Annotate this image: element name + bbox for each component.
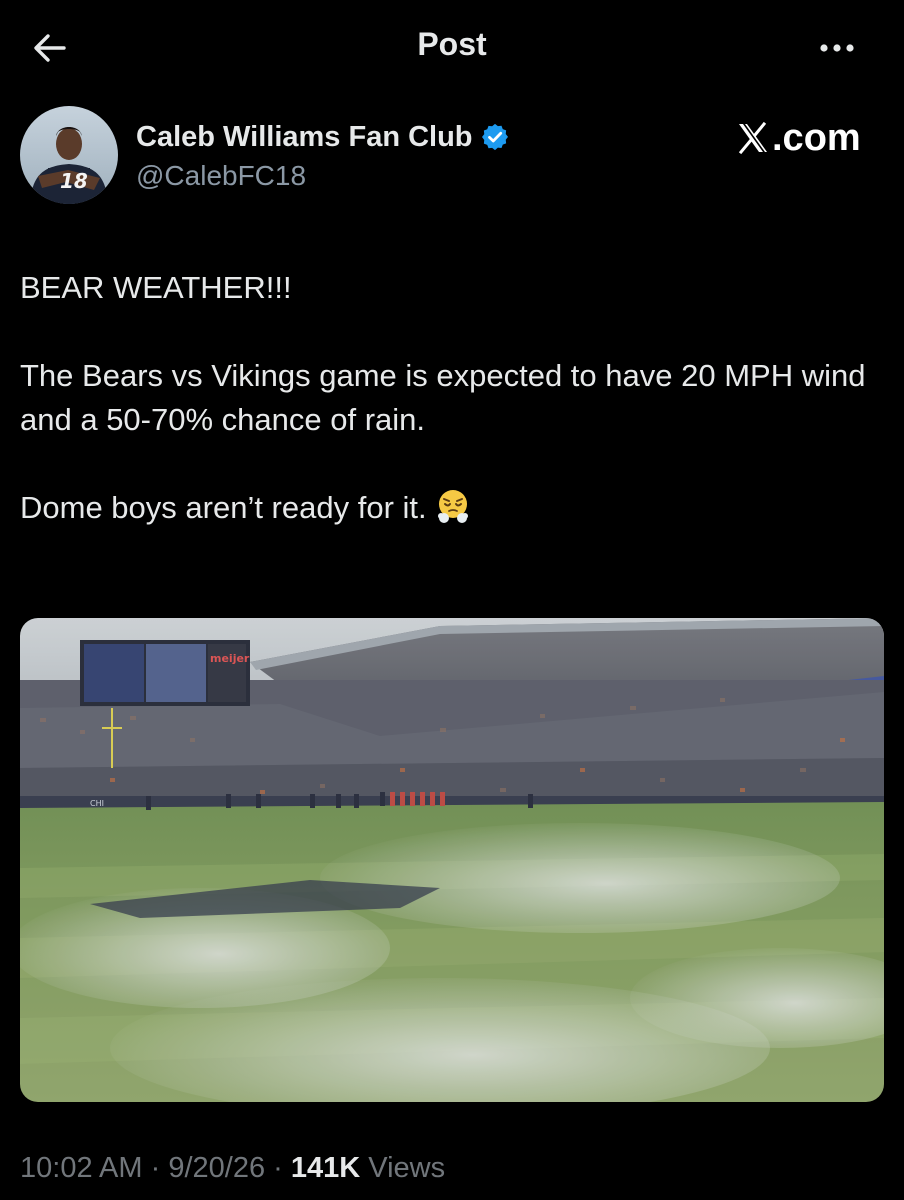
tweet-line-headline: BEAR WEATHER!!! <box>20 270 292 305</box>
post-header: Post <box>0 0 904 95</box>
author-handle[interactable]: @CalebFC18 <box>136 160 306 192</box>
tweet-text: BEAR WEATHER!!! The Bears vs Vikings gam… <box>20 266 880 530</box>
verified-badge-icon <box>481 123 508 151</box>
x-logo-icon <box>738 121 767 155</box>
post-date[interactable]: 9/20/26 <box>168 1152 265 1184</box>
more-horizontal-icon <box>820 44 854 52</box>
views-label: Views <box>368 1152 446 1184</box>
avatar-jersey-number: 18 <box>60 169 88 193</box>
tweet-photo[interactable]: meijer CHI <box>20 618 884 1102</box>
meta-separator: · <box>273 1152 283 1184</box>
face-with-steam-from-nose-icon <box>437 490 468 523</box>
views-count: 141K <box>290 1152 361 1184</box>
brand-label: .com <box>772 116 861 159</box>
post-meta: 10:02 AM · 9/20/26 · 141K Views <box>20 1152 445 1185</box>
tweet-line-closing-container: Dome boys aren’t ready for it. <box>20 486 880 530</box>
author-name-row: Caleb Williams Fan Club <box>136 118 510 156</box>
page-title: Post <box>417 26 487 62</box>
author-name[interactable]: Caleb Williams Fan Club <box>136 121 473 154</box>
tweet-line-closing: Dome boys aren’t ready for it. <box>20 490 427 525</box>
brand-watermark: .com <box>736 117 861 159</box>
meta-separator: · <box>150 1152 161 1184</box>
more-options-button[interactable] <box>812 30 862 66</box>
avatar[interactable]: 18 <box>20 106 118 204</box>
tweet-line-forecast: The Bears vs Vikings game is expected to… <box>20 358 866 437</box>
post-time[interactable]: 10:02 AM <box>20 1152 143 1184</box>
